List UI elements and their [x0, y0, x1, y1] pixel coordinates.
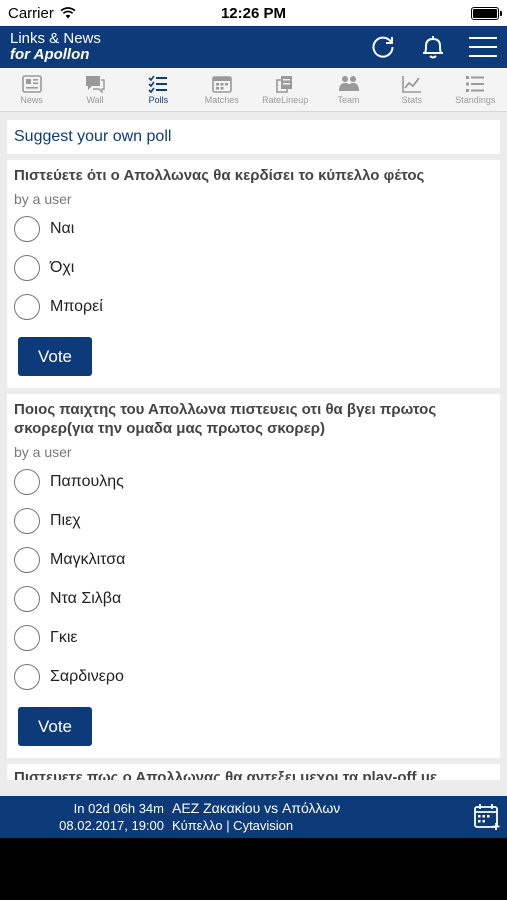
- app-screen: Carrier 12:26 PM Links & News for Apollo…: [0, 0, 507, 838]
- poll-option-label: Σαρδινερο: [50, 667, 124, 685]
- tab-label: Polls: [148, 94, 169, 105]
- poll-option[interactable]: Παπουλης: [14, 462, 493, 501]
- app-header: Links & News for Apollon: [0, 26, 507, 68]
- vote-button[interactable]: Vote: [18, 707, 92, 746]
- poll-option[interactable]: Ναι: [14, 209, 493, 248]
- poll-card: Πιστεύετε ότι ο Απολλωνας θα κερδίσει το…: [7, 160, 500, 388]
- radio-button[interactable]: [14, 507, 40, 534]
- match-datetime: 08.02.2017, 19:00: [59, 818, 164, 833]
- tab-label: Standings: [455, 94, 496, 105]
- match-competition: Κύπελλο | Cytavision: [172, 818, 294, 833]
- menu-button[interactable]: [469, 33, 497, 61]
- rate-lineup-icon: [276, 75, 293, 93]
- refresh-icon: [372, 36, 394, 58]
- poll-question: Πιστεύετε ότι ο Απολλωνας θα κερδίσει το…: [14, 167, 425, 184]
- poll-option[interactable]: Ντα Σιλβα: [14, 579, 493, 618]
- calendar-add-icon: [474, 804, 500, 830]
- match-time-info: In 02d 06h 34m 08.02.2017, 19:00: [0, 800, 172, 834]
- refresh-button[interactable]: [369, 33, 397, 61]
- tab-label: Matches: [204, 94, 239, 105]
- add-to-calendar-button[interactable]: [467, 803, 507, 831]
- tab-label: Wall: [86, 94, 104, 105]
- calendar-icon: [212, 75, 232, 93]
- clock: 12:26 PM: [220, 4, 287, 22]
- poll-option-label: Μπορεί: [50, 297, 103, 315]
- app-brand: Links & News for Apollon: [10, 31, 101, 63]
- polls-list: Suggest your own poll Πιστεύετε ότι ο Απ…: [0, 114, 507, 796]
- team-icon: [338, 75, 359, 91]
- match-countdown: In 02d 06h 34m: [73, 801, 164, 816]
- poll-option[interactable]: Γκιε: [14, 618, 493, 657]
- poll-option-label: Πιεχ: [50, 511, 81, 529]
- poll-author: by a user: [14, 444, 72, 460]
- notifications-button[interactable]: [419, 33, 447, 61]
- tab-standings[interactable]: Standings: [444, 68, 507, 111]
- section-tabs: News Wall Polls Matches RateLineup Team …: [0, 68, 507, 112]
- polls-icon: [148, 75, 168, 93]
- poll-option[interactable]: Πιεχ: [14, 501, 493, 540]
- radio-button[interactable]: [14, 585, 40, 612]
- poll-option-label: Ναι: [50, 219, 75, 237]
- tab-label: Stats: [401, 94, 423, 105]
- stats-icon: [402, 75, 421, 93]
- bell-icon: [423, 36, 443, 59]
- poll-option[interactable]: Μαγκλιτσα: [14, 540, 493, 579]
- app-title-line2: for Apollon: [10, 46, 90, 63]
- poll-option-label: Ντα Σιλβα: [50, 589, 122, 607]
- app-title-line1: Links & News: [10, 30, 101, 47]
- match-teams: ΑΕΖ Ζακακίου vs Απόλλων: [172, 800, 341, 816]
- tab-polls[interactable]: Polls: [127, 68, 190, 111]
- poll-card: Ποιος παιχτης του Απολλωνα πιστευεις οτι…: [7, 394, 500, 758]
- tab-news[interactable]: News: [0, 68, 63, 111]
- tab-wall[interactable]: Wall: [63, 68, 126, 111]
- tab-label: Team: [337, 94, 360, 105]
- radio-button[interactable]: [14, 293, 40, 320]
- poll-option[interactable]: Όχι: [14, 248, 493, 287]
- radio-button[interactable]: [14, 468, 40, 495]
- carrier-label: Carrier: [8, 4, 54, 22]
- battery-icon: [471, 6, 502, 20]
- poll-option-label: Όχι: [50, 258, 75, 276]
- radio-button[interactable]: [14, 215, 40, 242]
- next-match-bar[interactable]: In 02d 06h 34m 08.02.2017, 19:00 ΑΕΖ Ζακ…: [0, 796, 507, 838]
- status-bar: Carrier 12:26 PM: [0, 0, 507, 26]
- match-details: ΑΕΖ Ζακακίου vs Απόλλων Κύπελλο | Cytavi…: [172, 800, 467, 834]
- header-actions: [369, 33, 497, 61]
- tab-label: News: [20, 94, 43, 105]
- poll-question: Ποιος παιχτης του Απολλωνα πιστευεις οτι…: [14, 401, 437, 437]
- radio-button[interactable]: [14, 663, 40, 690]
- suggest-poll-link[interactable]: Suggest your own poll: [7, 120, 500, 154]
- news-icon: [21, 74, 42, 93]
- vote-button[interactable]: Vote: [18, 337, 92, 376]
- tab-ratelineup[interactable]: RateLineup: [254, 68, 317, 111]
- poll-author: by a user: [14, 191, 72, 207]
- poll-option[interactable]: Σαρδινερο: [14, 657, 493, 696]
- standings-icon: [466, 75, 485, 92]
- poll-option[interactable]: Μπορεί: [14, 287, 493, 326]
- tab-stats[interactable]: Stats: [380, 68, 443, 111]
- radio-button[interactable]: [14, 624, 40, 651]
- poll-option-label: Μαγκλιτσα: [50, 550, 126, 568]
- radio-button[interactable]: [14, 254, 40, 281]
- poll-option-label: Γκιε: [50, 628, 78, 646]
- poll-card-partial: Πιστευετε πως ο Απολλωνας θα αντεξει μεχ…: [7, 764, 500, 780]
- wifi-icon: [60, 7, 76, 19]
- tab-label: RateLineup: [262, 94, 309, 105]
- poll-question: Πιστευετε πως ο Απολλωνας θα αντεξει μεχ…: [14, 769, 437, 780]
- hamburger-menu-icon: [469, 37, 497, 57]
- radio-button[interactable]: [14, 546, 40, 573]
- poll-option-label: Παπουλης: [50, 472, 124, 490]
- tab-team[interactable]: Team: [317, 68, 380, 111]
- status-left: Carrier: [8, 5, 76, 22]
- tab-matches[interactable]: Matches: [190, 68, 253, 111]
- wall-icon: [86, 75, 105, 93]
